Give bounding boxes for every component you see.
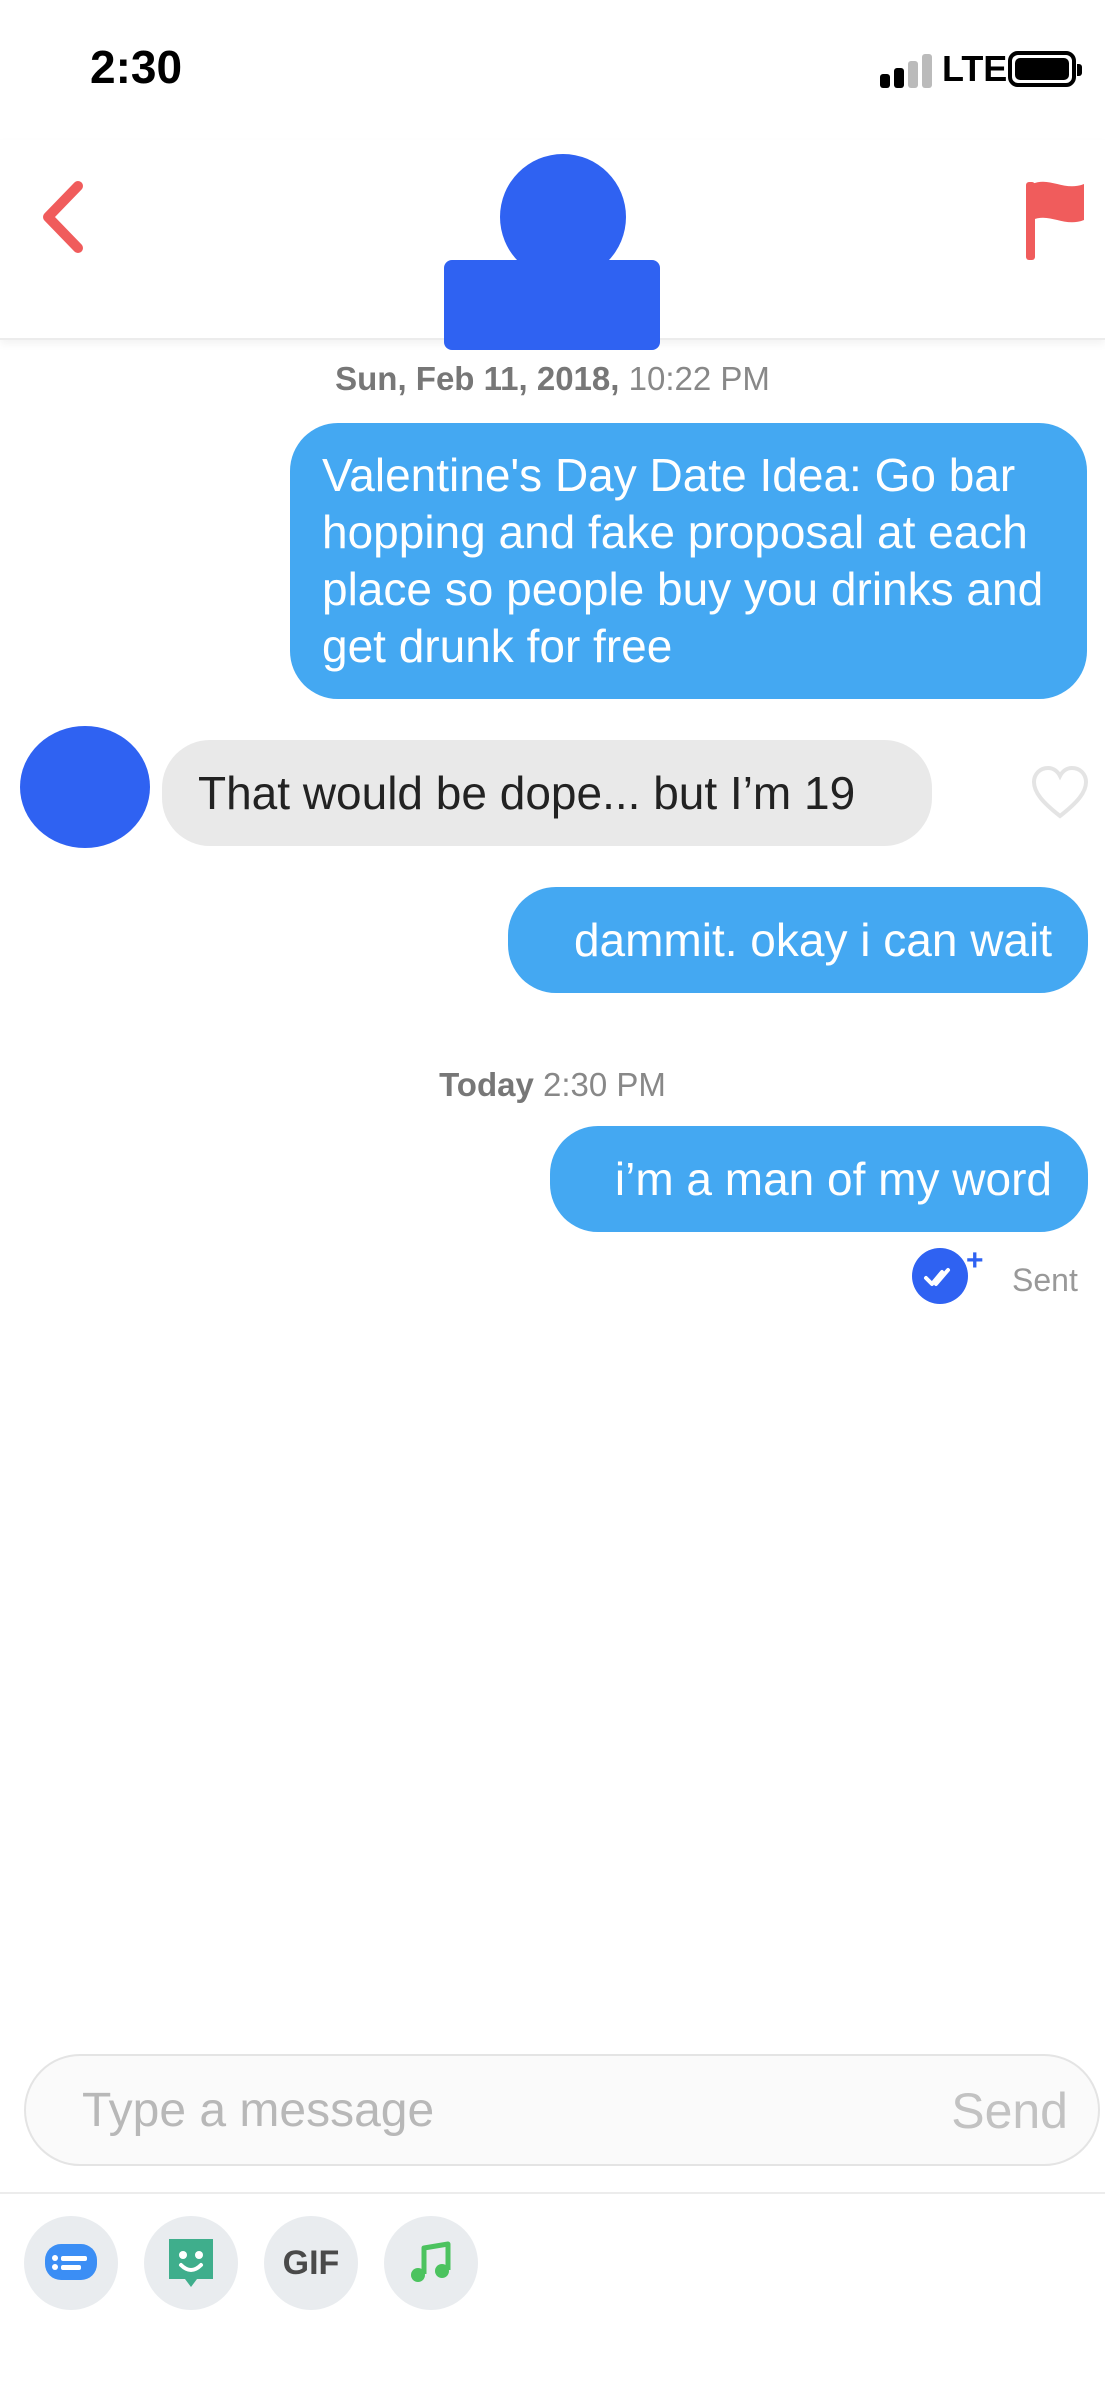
date-separator-time: 10:22 PM	[628, 360, 770, 397]
sent-message-bubble[interactable]: Valentine's Day Date Idea: Go bar hoppin…	[290, 423, 1087, 699]
chat-bubble-icon	[45, 2244, 97, 2280]
chat-bubble-button[interactable]	[24, 2216, 118, 2310]
gif-icon: GIF	[282, 2243, 340, 2282]
like-message-button[interactable]	[1030, 764, 1090, 820]
date-separator: Sun, Feb 11, 2018, 10:22 PM	[0, 360, 1105, 398]
status-bar: 2:30 LTE	[0, 0, 1105, 140]
sent-message-bubble[interactable]: i’m a man of my word	[550, 1126, 1088, 1232]
date-separator: Today 2:30 PM	[0, 1066, 1105, 1104]
heart-icon	[1031, 765, 1089, 819]
battery-icon	[1008, 51, 1082, 87]
date-separator-time: 2:30 PM	[543, 1066, 666, 1103]
music-button[interactable]	[384, 2216, 478, 2310]
double-check-icon	[924, 1268, 950, 1286]
send-button[interactable]: Send	[951, 2082, 1068, 2140]
message-composer: Send	[24, 2054, 1100, 2166]
received-message-bubble[interactable]: That would be dope... but I’m 19	[162, 740, 932, 846]
chevron-left-icon	[43, 181, 83, 253]
sticker-icon	[169, 2239, 213, 2287]
message-input[interactable]	[82, 2080, 862, 2140]
read-receipt-plus-icon[interactable]	[912, 1248, 968, 1304]
date-separator-day: Today	[439, 1066, 534, 1103]
report-button[interactable]	[1020, 176, 1090, 262]
sent-message-bubble[interactable]: dammit. okay i can wait	[508, 887, 1088, 993]
back-button[interactable]	[30, 172, 100, 262]
network-label: LTE	[942, 48, 1008, 89]
match-name-redacted[interactable]	[444, 260, 660, 350]
flag-icon	[1026, 181, 1084, 260]
read-receipt-plus: +	[966, 1244, 984, 1277]
gif-button[interactable]: GIF	[264, 2216, 358, 2310]
sticker-button[interactable]	[144, 2216, 238, 2310]
signal-strength-icon	[880, 52, 936, 88]
status-time: 2:30	[90, 41, 183, 93]
chat-header	[0, 140, 1105, 350]
date-separator-day: Sun, Feb 11, 2018,	[335, 360, 620, 397]
divider	[0, 2192, 1105, 2194]
music-note-icon	[411, 2241, 451, 2282]
message-status: Sent	[1012, 1262, 1078, 1298]
sender-avatar[interactable]	[20, 726, 150, 848]
